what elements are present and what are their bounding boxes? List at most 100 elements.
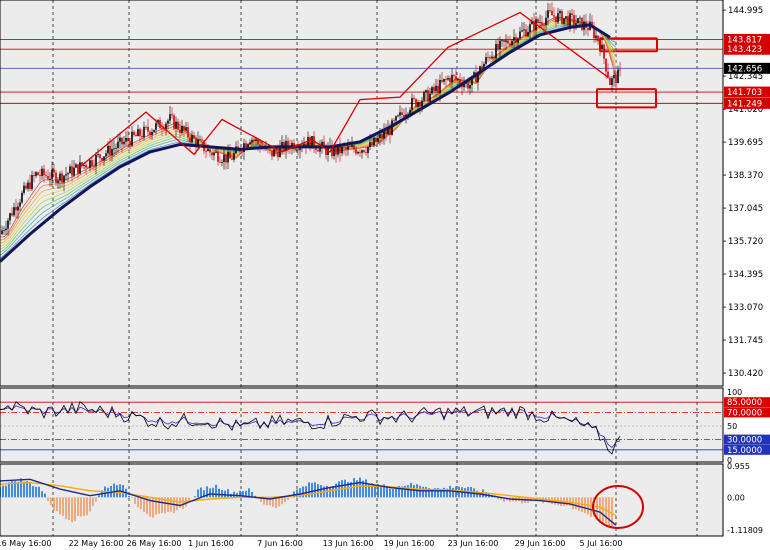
candle-body bbox=[11, 213, 13, 216]
candle-body bbox=[415, 98, 417, 107]
candle-body bbox=[245, 143, 247, 148]
histogram-bar bbox=[278, 497, 280, 507]
histogram-bar bbox=[41, 491, 43, 498]
time-tick-label: 26 May 16:00 bbox=[127, 539, 182, 548]
histogram-bar bbox=[197, 489, 199, 498]
candle-body bbox=[417, 102, 419, 107]
candle-body bbox=[63, 175, 65, 183]
candle-body bbox=[119, 137, 121, 142]
histogram-bar bbox=[371, 483, 373, 498]
candle-body bbox=[451, 75, 453, 83]
candle-body bbox=[581, 17, 583, 30]
candle-body bbox=[93, 166, 95, 167]
candle-body bbox=[277, 151, 279, 158]
candle-body bbox=[503, 40, 505, 42]
candle-body bbox=[53, 169, 55, 173]
candle-body bbox=[549, 10, 551, 12]
candle-body bbox=[185, 127, 187, 131]
histogram-bar bbox=[320, 485, 322, 498]
histogram-bar bbox=[86, 497, 88, 516]
histogram-bar bbox=[419, 485, 421, 498]
price-tick-label: 130.420 bbox=[728, 369, 763, 379]
candle-body bbox=[537, 19, 539, 23]
histogram-bar bbox=[128, 495, 130, 498]
candle-body bbox=[65, 174, 67, 176]
candle-body bbox=[399, 112, 401, 116]
candle-body bbox=[145, 126, 147, 128]
candle-body bbox=[361, 150, 363, 153]
histogram-bar bbox=[596, 497, 598, 519]
candle-body bbox=[487, 57, 489, 58]
histogram-bar bbox=[407, 485, 409, 498]
candle-body bbox=[363, 150, 365, 153]
candle-body bbox=[83, 165, 85, 166]
price-tick-label: 134.395 bbox=[728, 270, 763, 280]
histogram-bar bbox=[23, 481, 25, 498]
price-tick-label: 144.995 bbox=[728, 6, 763, 16]
candle-body bbox=[409, 109, 411, 114]
candle-body bbox=[555, 16, 557, 23]
time-tick-label: 22 May 16:00 bbox=[69, 539, 124, 548]
candle-body bbox=[345, 147, 347, 150]
candle-body bbox=[189, 137, 191, 143]
level-badge-label: 70.0000 bbox=[727, 408, 762, 418]
histogram-bar bbox=[56, 497, 58, 512]
histogram-bar bbox=[332, 486, 334, 498]
candle-body bbox=[29, 182, 31, 190]
candle-body bbox=[523, 29, 525, 31]
candle-body bbox=[45, 175, 47, 177]
candle-body bbox=[79, 162, 81, 174]
histogram-bar bbox=[176, 497, 178, 511]
price-badge-label: 141.249 bbox=[727, 99, 762, 109]
candle-body bbox=[365, 152, 367, 153]
candle-body bbox=[151, 131, 153, 136]
histogram-bar bbox=[74, 497, 76, 521]
candle-body bbox=[395, 116, 397, 121]
candle-body bbox=[569, 13, 571, 26]
histogram-bar bbox=[521, 497, 523, 504]
candle-body bbox=[1, 230, 3, 235]
candle-body bbox=[69, 166, 71, 174]
candle-body bbox=[551, 10, 553, 16]
candle-body bbox=[613, 74, 615, 79]
candle-body bbox=[467, 81, 469, 89]
candle-body bbox=[317, 150, 319, 152]
candle-body bbox=[199, 139, 201, 141]
candle-body bbox=[223, 154, 225, 163]
time-tick-label: 1 Jun 16:00 bbox=[188, 539, 234, 548]
candle-body bbox=[273, 149, 275, 157]
candle-body bbox=[443, 78, 445, 82]
candle-body bbox=[177, 121, 179, 130]
candle-body bbox=[89, 160, 91, 168]
candle-body bbox=[35, 172, 37, 176]
candle-body bbox=[541, 22, 543, 25]
candle-body bbox=[511, 40, 513, 46]
candle-body bbox=[341, 146, 343, 154]
histogram-bar bbox=[281, 497, 283, 505]
candle-body bbox=[21, 192, 23, 203]
candle-body bbox=[561, 11, 563, 24]
histogram-bar bbox=[35, 486, 37, 498]
price-tick-label: 137.045 bbox=[728, 204, 763, 214]
candle-body bbox=[55, 172, 57, 183]
candle-body bbox=[447, 77, 449, 80]
candle-body bbox=[297, 149, 299, 151]
candle-body bbox=[563, 18, 565, 24]
candle-body bbox=[191, 135, 193, 143]
candle-body bbox=[435, 85, 437, 92]
candle-body bbox=[413, 98, 415, 99]
histogram-bar bbox=[8, 482, 10, 498]
candle-body bbox=[411, 98, 413, 110]
histogram-bar bbox=[158, 497, 160, 514]
candle-body bbox=[565, 16, 567, 19]
candle-body bbox=[519, 31, 521, 39]
trading-chart[interactable]: 85.000070.000030.000015.0000100500 0.955… bbox=[0, 0, 770, 550]
candle-body bbox=[61, 173, 63, 183]
histogram-bar bbox=[221, 490, 223, 498]
candle-body bbox=[545, 17, 547, 26]
candle-body bbox=[217, 151, 219, 162]
candle-body bbox=[335, 147, 337, 155]
candle-body bbox=[377, 138, 379, 142]
candle-body bbox=[175, 121, 177, 129]
candle-body bbox=[213, 152, 215, 156]
